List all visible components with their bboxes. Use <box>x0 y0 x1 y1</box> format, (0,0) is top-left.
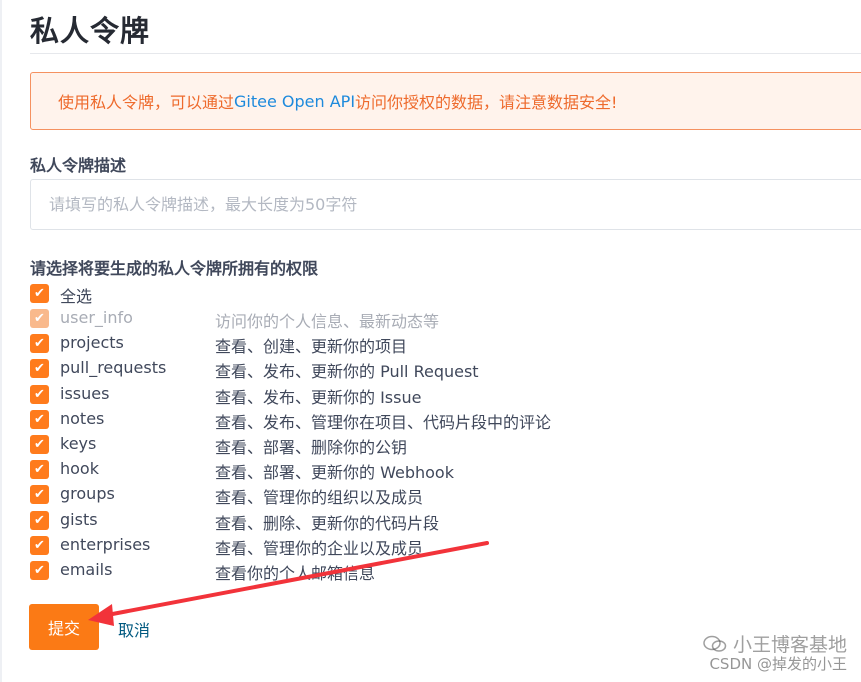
permission-name: enterprises <box>60 534 151 554</box>
permission-name: notes <box>60 408 105 428</box>
title-divider <box>30 53 861 54</box>
permission-name: keys <box>60 434 97 453</box>
check-icon: ✔ <box>34 286 45 301</box>
check-icon: ✔ <box>34 462 45 478</box>
permission-row-user-info: ✔ user_info 访问你的个人信息、最新动态等 <box>30 308 730 331</box>
check-icon: ✔ <box>34 336 45 352</box>
permission-name: gists <box>60 509 98 529</box>
permission-description: 查看、管理你的企业以及成员 <box>215 538 424 558</box>
permission-name: pull_requests <box>60 358 167 378</box>
permission-row-enterprises[interactable]: ✔ enterprises 查看、管理你的企业以及成员 <box>30 534 730 558</box>
watermark-csdn: CSDN @掉发的小王 <box>709 655 847 673</box>
permission-description: 查看、删除、更新你的代码片段 <box>215 513 440 533</box>
check-icon: ✔ <box>34 311 45 326</box>
select-all-row[interactable]: ✔ 全选 <box>30 284 730 306</box>
check-icon: ✔ <box>34 411 45 427</box>
check-icon: ✔ <box>34 537 45 553</box>
description-label: 私人令牌描述 <box>30 156 127 175</box>
notice-text-before: 使用私人令牌，可以通过 <box>58 93 235 112</box>
check-icon: ✔ <box>34 386 45 402</box>
permission-row-notes[interactable]: ✔ notes 查看、发布、管理你在项目、代码片段中的评论 <box>30 408 730 432</box>
select-all-label: 全选 <box>60 287 93 306</box>
permission-checkbox: ✔ <box>30 309 49 328</box>
permission-checkbox[interactable]: ✔ <box>30 359 49 379</box>
permission-description: 查看、部署、更新你的 Webhook <box>215 463 454 483</box>
permission-name: projects <box>60 333 124 353</box>
wechat-icon <box>703 635 727 652</box>
check-icon: ✔ <box>34 361 45 377</box>
permission-row-hook[interactable]: ✔ hook 查看、部署、更新你的 Webhook <box>30 459 730 483</box>
security-notice: 使用私人令牌，可以通过 Gitee Open API 访问你授权的数据，请注意数… <box>30 72 861 130</box>
permission-checkbox[interactable]: ✔ <box>30 460 49 480</box>
cancel-link[interactable]: 取消 <box>118 617 150 641</box>
check-icon: ✔ <box>34 487 45 503</box>
permission-name: groups <box>60 484 115 504</box>
permission-description: 查看你的个人邮箱信息 <box>215 564 376 583</box>
permission-checkbox[interactable]: ✔ <box>30 510 49 530</box>
permission-checkbox[interactable]: ✔ <box>30 334 49 354</box>
permission-checkbox[interactable]: ✔ <box>30 485 49 505</box>
check-icon: ✔ <box>34 437 45 452</box>
permission-checkbox[interactable]: ✔ <box>30 384 49 404</box>
permission-description: 查看、创建、更新你的项目 <box>215 337 408 357</box>
left-divider <box>0 0 2 682</box>
permissions-label: 请选择将要生成的私人令牌所拥有的权限 <box>30 259 319 278</box>
permission-checkbox[interactable]: ✔ <box>30 535 49 555</box>
permission-row-gists[interactable]: ✔ gists 查看、删除、更新你的代码片段 <box>30 509 730 533</box>
notice-text-after: 访问你授权的数据，请注意数据安全! <box>355 93 618 112</box>
permission-row-keys[interactable]: ✔ keys 查看、部署、删除你的公钥 <box>30 434 730 457</box>
check-icon: ✔ <box>34 563 45 578</box>
page-title: 私人令牌 <box>30 14 151 48</box>
notice-brand: Gitee Open API <box>234 91 356 111</box>
permission-description: 查看、发布、更新你的 Issue <box>215 387 422 407</box>
permission-description: 查看、部署、删除你的公钥 <box>215 438 408 457</box>
permission-row-projects[interactable]: ✔ projects 查看、创建、更新你的项目 <box>30 333 730 357</box>
permission-name: hook <box>60 459 99 479</box>
permission-name: user_info <box>60 308 133 327</box>
permission-row-groups[interactable]: ✔ groups 查看、管理你的组织以及成员 <box>30 484 730 508</box>
permission-checkbox[interactable]: ✔ <box>30 561 49 580</box>
permission-description: 查看、管理你的组织以及成员 <box>215 488 424 508</box>
permission-row-issues[interactable]: ✔ issues 查看、发布、更新你的 Issue <box>30 383 730 407</box>
permission-checkbox[interactable]: ✔ <box>30 409 49 429</box>
permission-description: 查看、发布、更新你的 Pull Request <box>215 362 479 382</box>
permission-name: issues <box>60 383 110 403</box>
permission-name: emails <box>60 560 113 579</box>
permission-checkbox[interactable]: ✔ <box>30 435 49 454</box>
select-all-checkbox[interactable]: ✔ <box>30 284 49 303</box>
permission-description: 查看、发布、管理你在项目、代码片段中的评论 <box>215 412 552 432</box>
private-token-page: 私人令牌 使用私人令牌，可以通过 Gitee Open API 访问你授权的数据… <box>0 0 861 682</box>
permission-row-emails[interactable]: ✔ emails 查看你的个人邮箱信息 <box>30 560 730 583</box>
permission-description: 访问你的个人信息、最新动态等 <box>215 312 440 331</box>
permission-row-pull-requests[interactable]: ✔ pull_requests 查看、发布、更新你的 Pull Request <box>30 358 730 382</box>
submit-button[interactable]: 提交 <box>29 604 99 650</box>
check-icon: ✔ <box>34 512 45 528</box>
description-input[interactable] <box>30 179 861 230</box>
